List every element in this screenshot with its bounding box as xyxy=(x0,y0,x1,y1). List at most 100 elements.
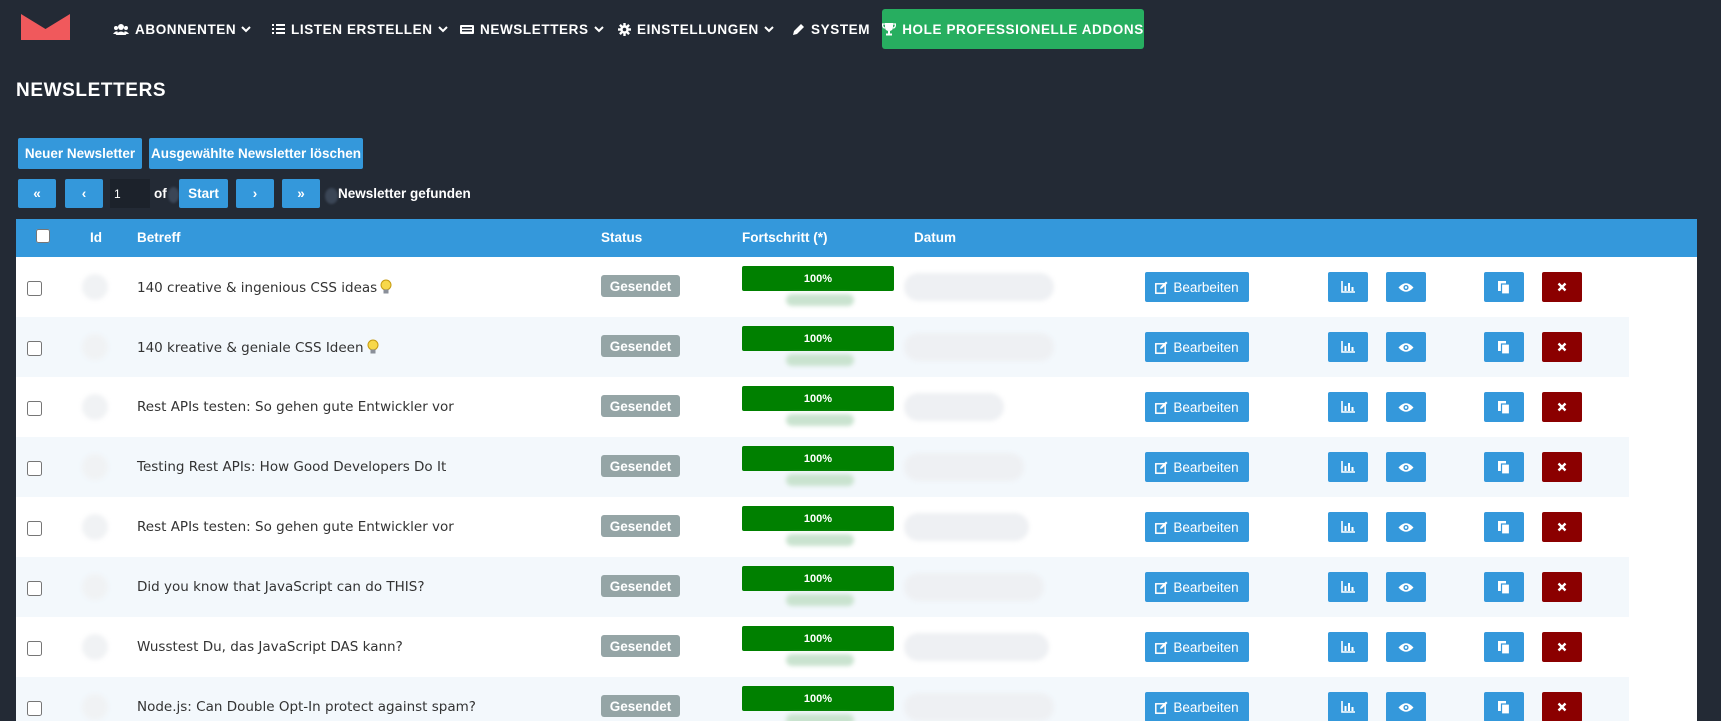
preview-button[interactable] xyxy=(1386,452,1426,482)
edit-icon xyxy=(1155,581,1168,594)
row-checkbox[interactable] xyxy=(27,701,42,716)
row-checkbox[interactable] xyxy=(27,641,42,656)
edit-icon xyxy=(1155,281,1168,294)
progress-bar: 100% xyxy=(742,386,894,411)
edit-label: Bearbeiten xyxy=(1173,579,1239,595)
edit-icon xyxy=(1155,401,1168,414)
edit-icon xyxy=(1155,461,1168,474)
subject-text[interactable]: Wusstest Du, das JavaScript DAS kann? xyxy=(137,639,403,655)
subject-text[interactable]: Rest APIs testen: So gehen gute Entwickl… xyxy=(137,519,454,535)
statistics-button[interactable] xyxy=(1328,392,1368,422)
delete-button[interactable] xyxy=(1542,452,1582,482)
copy-button[interactable] xyxy=(1484,512,1524,542)
get-addons-button[interactable]: HOLE PROFESSIONELLE ADDONS xyxy=(882,9,1144,49)
progress-bar: 100% xyxy=(742,686,894,711)
table-row: Testing Rest APIs: How Good Developers D… xyxy=(16,437,1629,497)
copy-button[interactable] xyxy=(1484,692,1524,721)
delete-button[interactable] xyxy=(1542,272,1582,302)
statistics-button[interactable] xyxy=(1328,692,1368,721)
preview-button[interactable] xyxy=(1386,572,1426,602)
eye-icon xyxy=(1398,282,1414,292)
result-count-redacted xyxy=(325,188,338,204)
preview-button[interactable] xyxy=(1386,692,1426,721)
nav-item-listen-erstellen[interactable]: LISTEN ERSTELLEN xyxy=(272,18,448,40)
pager-next-button[interactable]: › xyxy=(236,179,274,208)
statistics-button[interactable] xyxy=(1328,632,1368,662)
gear-icon xyxy=(618,22,631,36)
table-row: Node.js: Can Double Opt-In protect again… xyxy=(16,677,1629,721)
bar-chart-icon xyxy=(1341,701,1355,713)
header-id[interactable]: Id xyxy=(90,230,102,245)
pager-first-button[interactable]: « xyxy=(18,179,56,208)
copy-icon xyxy=(1498,580,1510,594)
nav-item-newsletters[interactable]: NEWSLETTERS xyxy=(460,18,604,40)
statistics-button[interactable] xyxy=(1328,272,1368,302)
pager-prev-button[interactable]: ‹ xyxy=(65,179,103,208)
copy-button[interactable] xyxy=(1484,332,1524,362)
row-checkbox[interactable] xyxy=(27,581,42,596)
newsletter-table: Id Betreff Status Fortschritt (*) Datum … xyxy=(16,219,1697,721)
table-row: Rest APIs testen: So gehen gute Entwickl… xyxy=(16,497,1629,557)
statistics-button[interactable] xyxy=(1328,452,1368,482)
row-checkbox[interactable] xyxy=(27,461,42,476)
edit-button[interactable]: Bearbeiten xyxy=(1145,692,1249,721)
edit-button[interactable]: Bearbeiten xyxy=(1145,572,1249,602)
preview-button[interactable] xyxy=(1386,272,1426,302)
delete-button[interactable] xyxy=(1542,392,1582,422)
delete-button[interactable] xyxy=(1542,572,1582,602)
subject-text[interactable]: Did you know that JavaScript can do THIS… xyxy=(137,579,425,595)
row-checkbox[interactable] xyxy=(27,401,42,416)
statistics-button[interactable] xyxy=(1328,332,1368,362)
preview-button[interactable] xyxy=(1386,332,1426,362)
row-checkbox[interactable] xyxy=(27,521,42,536)
edit-button[interactable]: Bearbeiten xyxy=(1145,392,1249,422)
row-checkbox[interactable] xyxy=(27,341,42,356)
row-checkbox[interactable] xyxy=(27,281,42,296)
copy-button[interactable] xyxy=(1484,452,1524,482)
logo-icon[interactable] xyxy=(21,14,70,40)
copy-button[interactable] xyxy=(1484,272,1524,302)
header-date[interactable]: Datum xyxy=(914,230,956,245)
delete-button[interactable] xyxy=(1542,632,1582,662)
copy-button[interactable] xyxy=(1484,572,1524,602)
edit-button[interactable]: Bearbeiten xyxy=(1145,512,1249,542)
eye-icon xyxy=(1398,342,1414,352)
edit-button[interactable]: Bearbeiten xyxy=(1145,272,1249,302)
copy-button[interactable] xyxy=(1484,632,1524,662)
subject-text[interactable]: Testing Rest APIs: How Good Developers D… xyxy=(137,459,446,475)
pager-last-button[interactable]: » xyxy=(282,179,320,208)
chevron-down-icon xyxy=(437,25,448,32)
nav-item-einstellungen[interactable]: EINSTELLUNGEN xyxy=(618,18,774,40)
select-all-checkbox[interactable] xyxy=(36,229,50,243)
edit-button[interactable]: Bearbeiten xyxy=(1145,632,1249,662)
statistics-button[interactable] xyxy=(1328,572,1368,602)
subject-text[interactable]: Rest APIs testen: So gehen gute Entwickl… xyxy=(137,399,454,415)
preview-button[interactable] xyxy=(1386,392,1426,422)
statistics-button[interactable] xyxy=(1328,512,1368,542)
pager-start-button[interactable]: Start xyxy=(179,179,228,208)
new-newsletter-button[interactable]: Neuer Newsletter xyxy=(18,138,142,169)
page-number-input[interactable] xyxy=(110,179,150,208)
id-redacted xyxy=(82,514,108,540)
progress-detail-redacted xyxy=(786,294,854,306)
header-status[interactable]: Status xyxy=(601,230,642,245)
delete-button[interactable] xyxy=(1542,692,1582,721)
copy-icon xyxy=(1498,640,1510,654)
delete-button[interactable] xyxy=(1542,512,1582,542)
subject-text[interactable]: Node.js: Can Double Opt-In protect again… xyxy=(137,699,476,715)
id-redacted xyxy=(82,634,108,660)
delete-button[interactable] xyxy=(1542,332,1582,362)
header-subject[interactable]: Betreff xyxy=(137,230,181,245)
close-icon xyxy=(1557,582,1567,592)
nav-item-system[interactable]: SYSTEM xyxy=(792,18,870,40)
nav-item-abonnenten[interactable]: ABONNENTEN xyxy=(113,18,251,40)
copy-button[interactable] xyxy=(1484,392,1524,422)
subject-cell[interactable]: 140 creative & ingenious CSS ideas xyxy=(137,279,392,296)
edit-button[interactable]: Bearbeiten xyxy=(1145,332,1249,362)
edit-button[interactable]: Bearbeiten xyxy=(1145,452,1249,482)
preview-button[interactable] xyxy=(1386,512,1426,542)
delete-selected-button[interactable]: Ausgewählte Newsletter löschen xyxy=(149,138,363,169)
subject-cell[interactable]: 140 kreative & geniale CSS Ideen xyxy=(137,339,379,356)
preview-button[interactable] xyxy=(1386,632,1426,662)
header-progress[interactable]: Fortschritt (*) xyxy=(742,230,828,245)
